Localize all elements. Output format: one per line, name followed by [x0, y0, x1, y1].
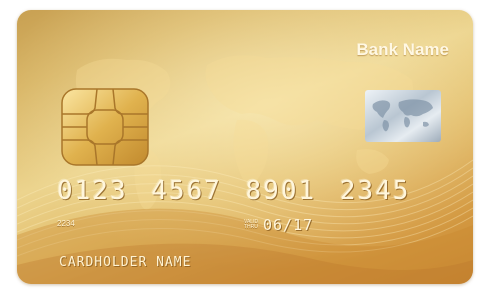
hologram-world-map-icon [365, 90, 441, 142]
valid-thru-label: VALID THRU [244, 219, 259, 230]
card-number: 0123 4567 8901 2345 [57, 176, 411, 206]
bank-name: Bank Name [356, 40, 449, 59]
expiry-block: VALID THRU 06/17 [244, 216, 313, 234]
expiry-date: 06/17 [263, 216, 314, 234]
emv-chip-icon [61, 88, 149, 166]
card-number-prefix: 2234 [57, 219, 75, 228]
credit-card: Bank Name 0123 4567 8901 2345 2234 VALID… [17, 10, 473, 284]
cardholder-name: CARDHOLDER NAME [59, 255, 192, 270]
